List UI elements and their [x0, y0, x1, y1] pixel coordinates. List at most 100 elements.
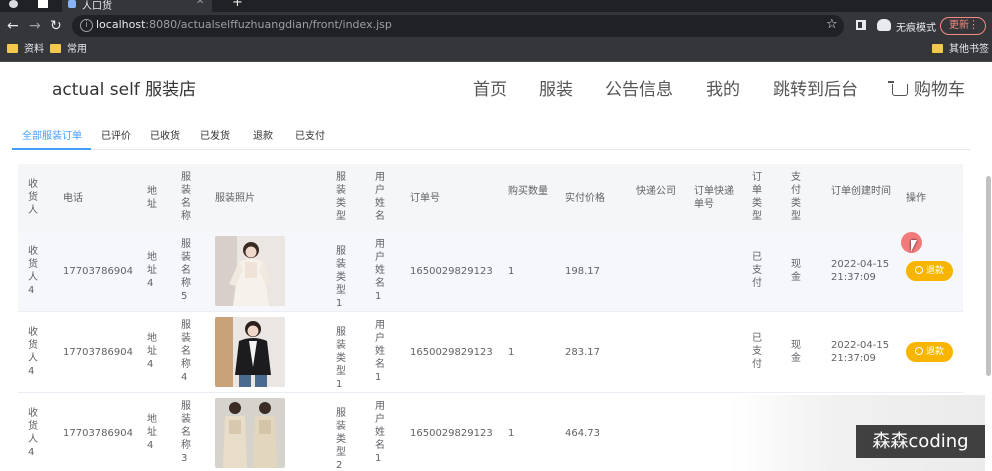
- cell-clothing-name: 服装名称5: [181, 239, 191, 302]
- cell-created-time: 21:37:09: [831, 353, 876, 364]
- back-icon[interactable]: ←: [7, 17, 19, 35]
- cell-price: 283.17: [565, 347, 600, 358]
- clothing-photo[interactable]: [215, 398, 285, 468]
- tab-refund[interactable]: 退款: [253, 127, 273, 142]
- th-actions: 操作: [906, 193, 926, 204]
- cell-address: 地址4: [147, 333, 157, 370]
- watermark: 森森coding: [856, 425, 985, 458]
- side-panel-icon[interactable]: [856, 20, 866, 30]
- tab-shipped[interactable]: 已发货: [200, 127, 230, 142]
- url-text[interactable]: localhost:8080/actualselffuzhuangdian/fr…: [96, 18, 392, 31]
- cell-order-no: 1650029829123: [410, 428, 493, 439]
- cell-quantity: 1: [508, 266, 515, 277]
- bookmark-folder-ziliao[interactable]: 资料: [7, 43, 44, 57]
- refund-button[interactable]: 退款: [906, 261, 953, 281]
- page-icon[interactable]: [38, 0, 48, 8]
- table-row[interactable]: 收货人4 17703786904 地址4 服装名称4 服装类型1 用户姓名1 1…: [18, 312, 963, 393]
- cell-order-type: 已支付: [752, 333, 762, 370]
- bookmark-star-icon[interactable]: ☆: [826, 17, 838, 32]
- order-status-tabs: 全部服装订单 已评价 已收货 已发货 退款 已支付: [12, 122, 970, 150]
- th-receiver: 收货人: [28, 179, 38, 216]
- menu-dots-icon[interactable]: ⋮: [968, 17, 979, 33]
- clothing-photo-image: [215, 317, 285, 387]
- cell-clothing-type: 服装类型1: [336, 327, 346, 390]
- refund-button[interactable]: 退款: [906, 342, 953, 362]
- bookmarks-bar: 资料 常用 其他书签: [0, 40, 992, 62]
- active-tab-indicator: [12, 148, 91, 150]
- other-bookmarks[interactable]: 其他书签: [932, 43, 989, 57]
- cell-order-type: 已支付: [752, 252, 762, 289]
- cell-address: 地址4: [147, 252, 157, 289]
- th-user-name: 用户姓名: [375, 172, 385, 222]
- nav-home[interactable]: 首页: [473, 75, 507, 100]
- incognito-icon: [877, 19, 891, 31]
- table-row[interactable]: 收货人4 17703786904 地址4 服装名称5 服装类型1 用户姓名1 1…: [18, 231, 963, 312]
- th-clothing-type: 服装类型: [336, 172, 346, 222]
- cell-user-name: 用户姓名1: [375, 401, 385, 464]
- clothing-photo[interactable]: [215, 236, 285, 306]
- address-bar[interactable]: i localhost:8080/actualselffuzhuangdian/…: [72, 15, 844, 37]
- tab-favicon-icon: [68, 0, 76, 8]
- page-scrollbar-thumb[interactable]: [986, 176, 991, 376]
- nav-admin[interactable]: 跳转到后台: [773, 75, 858, 100]
- cell-clothing-name: 服装名称4: [181, 320, 191, 383]
- cell-created-date: 2022-04-15: [831, 259, 890, 270]
- th-courier: 快递公司: [636, 186, 676, 197]
- cell-clothing-name: 服装名称3: [181, 401, 191, 464]
- cell-clothing-type: 服装类型1: [336, 246, 346, 309]
- incognito-label: 无痕模式: [896, 23, 936, 34]
- tab-title[interactable]: 人口货: [82, 0, 112, 12]
- clothing-photo[interactable]: [215, 317, 285, 387]
- cell-user-name: 用户姓名1: [375, 320, 385, 383]
- tab-all-orders[interactable]: 全部服装订单: [22, 127, 82, 142]
- th-pay-type: 支付类型: [791, 172, 801, 222]
- nav-clothing[interactable]: 服装: [539, 75, 573, 100]
- tab-received[interactable]: 已收货: [150, 127, 180, 142]
- cell-address: 地址4: [147, 414, 157, 451]
- cell-phone: 17703786904: [63, 266, 133, 277]
- refund-icon: [914, 266, 923, 274]
- th-order-no: 订单号: [410, 193, 440, 204]
- bookmark-folder-changyong[interactable]: 常用: [50, 43, 87, 57]
- forward-icon[interactable]: →: [29, 17, 41, 35]
- tab-paid[interactable]: 已支付: [295, 127, 325, 142]
- th-phone: 电话: [63, 193, 83, 204]
- th-quantity: 购买数量: [508, 186, 548, 197]
- cell-pay-type: 现金: [791, 259, 801, 283]
- cell-phone: 17703786904: [63, 428, 133, 439]
- update-button[interactable]: 更新 ⋮: [940, 17, 986, 35]
- folder-icon: [7, 44, 18, 53]
- cell-price: 464.73: [565, 428, 600, 439]
- cell-order-no: 1650029829123: [410, 347, 493, 358]
- nav-mine[interactable]: 我的: [706, 75, 740, 100]
- refund-icon: [914, 347, 923, 355]
- reload-icon[interactable]: ↻: [50, 17, 62, 35]
- th-clothing-name: 服装名称: [181, 172, 191, 222]
- th-order-type: 订单类型: [752, 172, 762, 222]
- cell-created-time: 21:37:09: [831, 272, 876, 283]
- clothing-photo-image: [215, 398, 285, 468]
- cell-receiver: 收货人4: [28, 327, 38, 377]
- cell-order-no: 1650029829123: [410, 266, 493, 277]
- th-created-time: 订单创建时间: [831, 186, 891, 197]
- table-header: 收货人 电话 地址 服装名称 服装照片 服装类型 用户姓名 订单号 购买数量 实…: [18, 164, 963, 231]
- th-tracking-no: 订单快递单号: [694, 186, 734, 210]
- cell-receiver: 收货人4: [28, 408, 38, 458]
- site-info-icon[interactable]: i: [80, 19, 93, 32]
- th-clothing-photo: 服装照片: [215, 193, 255, 204]
- github-icon[interactable]: [9, 0, 18, 8]
- cart-icon: [888, 81, 908, 96]
- nav-cart[interactable]: 购物车: [888, 75, 965, 100]
- cell-pay-type: 现金: [791, 340, 801, 364]
- mouse-cursor-icon: [911, 240, 917, 252]
- tab-close-icon[interactable]: ✕: [196, 0, 204, 7]
- nav-announcements[interactable]: 公告信息: [605, 75, 673, 100]
- new-tab-icon[interactable]: +: [232, 0, 243, 10]
- site-header: actual self 服装店 首页 服装 公告信息 我的 跳转到后台 购物车: [0, 62, 992, 114]
- tab-reviewed[interactable]: 已评价: [101, 127, 131, 142]
- clothing-photo-image: [215, 236, 285, 306]
- cell-quantity: 1: [508, 347, 515, 358]
- th-price: 实付价格: [565, 193, 605, 204]
- cell-user-name: 用户姓名1: [375, 239, 385, 302]
- site-logo[interactable]: actual self 服装店: [52, 75, 196, 100]
